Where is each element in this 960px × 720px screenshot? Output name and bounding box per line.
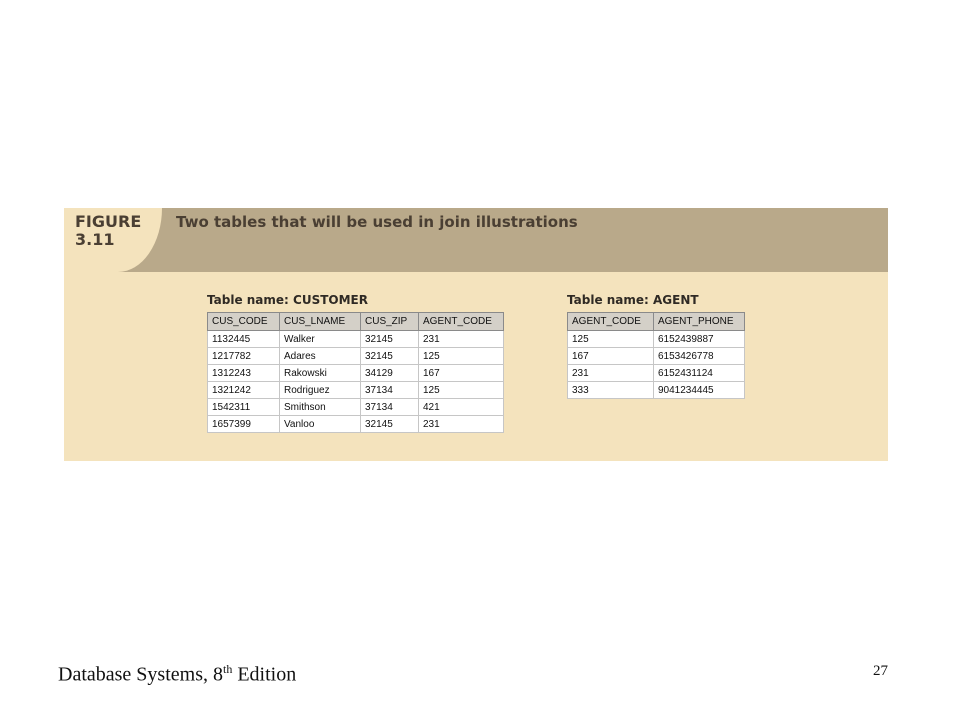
customer-table-title: Table name: CUSTOMER <box>207 293 368 307</box>
column-header: CUS_LNAME <box>279 312 361 331</box>
table-row: 1312243 Rakowski 34129 167 <box>207 364 504 382</box>
book-title-superscript: th <box>222 662 233 676</box>
table-row: 1657399 Vanloo 32145 231 <box>207 415 504 433</box>
page-number: 27 <box>873 663 888 679</box>
column-header: AGENT_CODE <box>418 312 504 331</box>
book-title: Database Systems, 8th Edition <box>58 662 296 687</box>
column-header: AGENT_CODE <box>567 312 654 331</box>
agent-table-header-row: AGENT_CODE AGENT_PHONE <box>567 312 745 331</box>
table-cell: 9041234445 <box>653 381 745 399</box>
table-row: 1321242 Rodriguez 37134 125 <box>207 381 504 399</box>
figure-label-word: FIGURE <box>75 212 142 231</box>
table-cell: 1321242 <box>207 381 280 399</box>
table-row: 125 6152439887 <box>567 330 745 348</box>
table-cell: 1542311 <box>207 398 280 416</box>
figure-header: FIGURE 3.11 Two tables that will be used… <box>64 208 888 272</box>
book-title-suffix: Edition <box>232 663 297 686</box>
figure-caption: Two tables that will be used in join ill… <box>176 213 578 231</box>
table-cell: 167 <box>418 364 504 382</box>
table-cell: 37134 <box>360 381 419 399</box>
column-header: AGENT_PHONE <box>653 312 745 331</box>
table-cell: 1217782 <box>207 347 280 365</box>
table-cell: 125 <box>418 347 504 365</box>
table-row: 231 6152431124 <box>567 364 745 382</box>
table-cell: 6152439887 <box>653 330 745 348</box>
table-cell: 125 <box>418 381 504 399</box>
table-cell: 1312243 <box>207 364 280 382</box>
column-header: CUS_CODE <box>207 312 280 331</box>
agent-table-block: Table name: AGENT AGENT_CODE AGENT_PHONE… <box>567 293 745 399</box>
table-cell: 421 <box>418 398 504 416</box>
agent-table-title: Table name: AGENT <box>567 293 699 307</box>
table-cell: 6153426778 <box>653 347 745 365</box>
book-title-prefix: Database Systems, 8 <box>58 663 223 686</box>
table-row: 1542311 Smithson 37134 421 <box>207 398 504 416</box>
table-row: 167 6153426778 <box>567 347 745 365</box>
table-cell: 231 <box>418 330 504 348</box>
table-row: 1132445 Walker 32145 231 <box>207 330 504 348</box>
agent-table: AGENT_CODE AGENT_PHONE 125 6152439887 16… <box>567 312 745 399</box>
figure-number: 3.11 <box>75 230 115 249</box>
table-cell: Walker <box>279 330 361 348</box>
customer-table: CUS_CODE CUS_LNAME CUS_ZIP AGENT_CODE 11… <box>207 312 504 433</box>
table-cell: Vanloo <box>279 415 361 433</box>
table-cell: 333 <box>567 381 654 399</box>
table-cell: Rakowski <box>279 364 361 382</box>
table-cell: 231 <box>567 364 654 382</box>
table-row: 333 9041234445 <box>567 381 745 399</box>
table-cell: 1657399 <box>207 415 280 433</box>
table-cell: 34129 <box>360 364 419 382</box>
table-cell: 32145 <box>360 347 419 365</box>
figure-label: FIGURE 3.11 <box>75 213 141 249</box>
table-cell: Adares <box>279 347 361 365</box>
column-header: CUS_ZIP <box>360 312 419 331</box>
table-cell: 231 <box>418 415 504 433</box>
table-cell: 32145 <box>360 415 419 433</box>
customer-table-block: Table name: CUSTOMER CUS_CODE CUS_LNAME … <box>207 293 504 433</box>
table-cell: Smithson <box>279 398 361 416</box>
table-row: 1217782 Adares 32145 125 <box>207 347 504 365</box>
table-cell: 37134 <box>360 398 419 416</box>
table-cell: Rodriguez <box>279 381 361 399</box>
table-cell: 6152431124 <box>653 364 745 382</box>
table-cell: 1132445 <box>207 330 280 348</box>
customer-table-header-row: CUS_CODE CUS_LNAME CUS_ZIP AGENT_CODE <box>207 312 504 331</box>
table-cell: 125 <box>567 330 654 348</box>
figure-panel: FIGURE 3.11 Two tables that will be used… <box>64 208 888 461</box>
table-cell: 32145 <box>360 330 419 348</box>
figure-label-box: FIGURE 3.11 <box>64 208 162 272</box>
table-cell: 167 <box>567 347 654 365</box>
